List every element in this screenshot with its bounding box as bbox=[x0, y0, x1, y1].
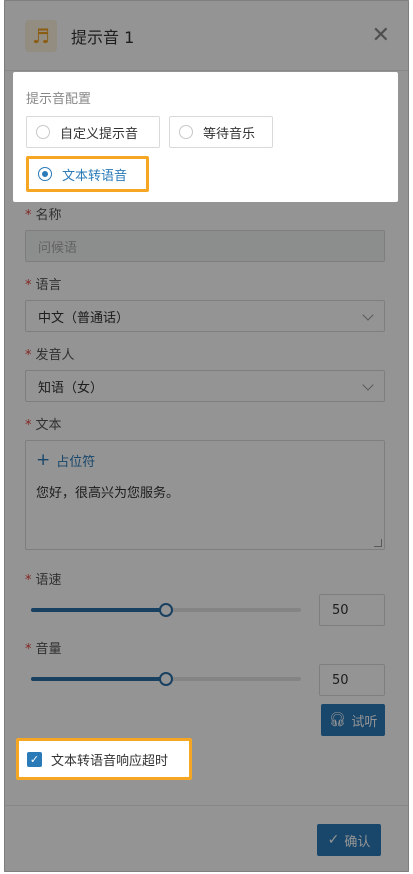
chevron-down-icon bbox=[362, 309, 374, 321]
confirm-label: 确认 bbox=[344, 834, 371, 850]
radio-hold-music-label: 等待音乐 bbox=[203, 126, 256, 142]
tts-timeout-checkbox-row[interactable]: ✓ 文本转语音响应超时 bbox=[16, 738, 192, 780]
text-content: 您好，很高兴为您服务。 bbox=[36, 486, 180, 501]
chevron-down-icon bbox=[362, 379, 374, 391]
prompt-config-label: 提示音配置 bbox=[26, 92, 92, 107]
confirm-button[interactable]: ✓ 确认 bbox=[317, 824, 381, 856]
close-icon[interactable]: ✕ bbox=[372, 24, 390, 47]
plus-icon: + bbox=[36, 450, 51, 470]
music-note-icon: ♬ bbox=[25, 19, 57, 52]
checkbox-checked-icon[interactable]: ✓ bbox=[27, 751, 42, 767]
voice-label: * 发音人 bbox=[25, 348, 75, 363]
speed-input[interactable]: 50 bbox=[319, 594, 385, 626]
volume-label: * 音量 bbox=[25, 642, 62, 657]
slider-fill bbox=[31, 677, 166, 681]
add-placeholder-label: 占位符 bbox=[56, 455, 96, 470]
slider-thumb[interactable] bbox=[159, 603, 173, 617]
footer-divider bbox=[5, 805, 408, 806]
slider-fill bbox=[31, 608, 166, 612]
name-label: * 名称 bbox=[25, 208, 62, 223]
language-value: 中文（普通话） bbox=[38, 310, 130, 326]
check-icon: ✓ bbox=[327, 832, 340, 848]
listen-button[interactable]: 🎧︎ 试听 bbox=[321, 704, 385, 736]
radio-custom-prompt[interactable]: 自定义提示音 bbox=[26, 116, 160, 148]
volume-slider[interactable] bbox=[31, 664, 301, 694]
text-area[interactable]: + 占位符 您好，很高兴为您服务。 bbox=[25, 440, 385, 550]
tts-timeout-label: 文本转语音响应超时 bbox=[51, 753, 169, 769]
voice-select[interactable]: 知语（女） bbox=[25, 370, 385, 402]
voice-value: 知语（女） bbox=[38, 380, 104, 396]
highlight-frame bbox=[26, 156, 149, 192]
listen-label: 试听 bbox=[351, 714, 378, 730]
radio-hold-music[interactable]: 等待音乐 bbox=[169, 116, 273, 148]
language-select[interactable]: 中文（普通话） bbox=[25, 300, 385, 332]
volume-input[interactable]: 50 bbox=[319, 664, 385, 696]
radio-circle-icon bbox=[179, 125, 193, 139]
language-label: * 语言 bbox=[25, 278, 62, 293]
resize-handle-icon[interactable] bbox=[374, 539, 382, 547]
radio-circle-icon bbox=[36, 125, 50, 139]
prompt-config-popup: 提示音配置 自定义提示音 等待音乐 文本转语音 bbox=[13, 72, 398, 202]
radio-custom-prompt-label: 自定义提示音 bbox=[60, 126, 139, 142]
slider-thumb[interactable] bbox=[159, 672, 173, 686]
speed-slider[interactable] bbox=[31, 595, 301, 625]
headphones-icon: 🎧︎ bbox=[328, 712, 347, 728]
text-label: * 文本 bbox=[25, 418, 62, 433]
name-input[interactable]: 问候语 bbox=[25, 230, 385, 262]
dialog-header: ♬ 提示音 1 ✕ bbox=[5, 1, 408, 71]
speed-label: * 语速 bbox=[25, 573, 62, 588]
dialog-title: 提示音 1 bbox=[71, 27, 135, 47]
add-placeholder-button[interactable]: + 占位符 bbox=[36, 450, 374, 471]
